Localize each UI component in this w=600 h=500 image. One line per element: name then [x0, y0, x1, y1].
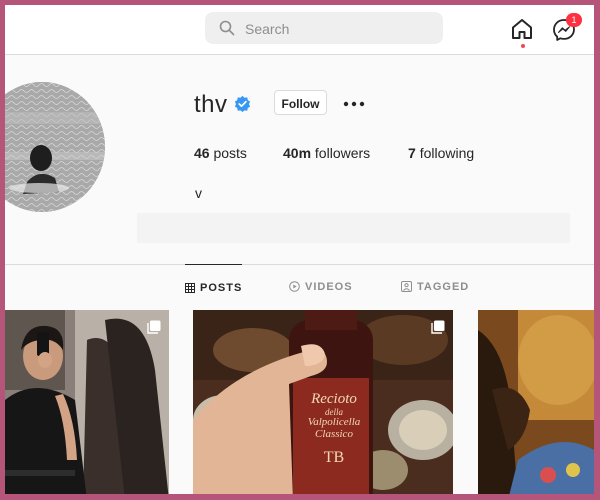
tab-posts-label: POSTS	[200, 282, 243, 294]
followers-count: 40m	[283, 145, 312, 161]
verified-badge-icon	[234, 95, 251, 112]
tab-tagged[interactable]: TAGGED	[401, 267, 469, 307]
following-label: following	[419, 145, 475, 161]
notification-badge: 1	[566, 13, 582, 27]
top-nav: 1	[5, 5, 594, 55]
multiple-photos-icon	[147, 320, 161, 334]
posts-count: 46	[194, 145, 210, 161]
tabs-divider	[5, 264, 594, 265]
follow-button[interactable]: Follow	[274, 90, 327, 115]
home-icon[interactable]	[510, 17, 534, 41]
post-image-warm	[478, 310, 594, 494]
post-thumbnail[interactable]	[5, 310, 169, 494]
wine-label-monogram: TB	[323, 449, 345, 467]
tab-videos[interactable]: VIDEOS	[289, 267, 353, 307]
followers-stat[interactable]: 40m followers	[283, 145, 370, 161]
posts-label: posts	[213, 145, 247, 161]
more-options-icon[interactable]	[343, 101, 365, 107]
posts-stat: 46 posts	[194, 145, 247, 161]
multiple-photos-icon	[431, 320, 445, 334]
post-thumbnail[interactable]	[478, 310, 594, 494]
following-count: 7	[408, 145, 416, 161]
profile-avatar[interactable]	[5, 82, 105, 212]
search-input[interactable]	[243, 12, 437, 46]
home-active-indicator	[521, 44, 525, 48]
wine-label: Recioto della Valpolicella Classico TB	[301, 391, 367, 467]
wine-label-line: Recioto	[311, 391, 357, 407]
tab-tagged-label: TAGGED	[417, 281, 470, 293]
tag-icon	[401, 281, 412, 292]
play-icon	[289, 281, 300, 292]
wine-label-line: Classico	[315, 427, 353, 440]
search-icon	[219, 20, 235, 36]
tab-posts[interactable]: POSTS	[185, 264, 243, 305]
search-box[interactable]	[205, 12, 443, 46]
post-image-selfie	[5, 310, 169, 494]
wine-label-line: Valpolicella	[307, 416, 361, 429]
following-stat[interactable]: 7 following	[408, 145, 474, 161]
tab-videos-label: VIDEOS	[305, 281, 353, 293]
app-window: 1 thv Follow 46 posts	[5, 5, 594, 494]
profile-bio: v	[195, 185, 202, 201]
story-highlights-area	[137, 213, 570, 243]
profile-username: thv	[194, 91, 228, 118]
followers-label: followers	[314, 145, 371, 161]
avatar-photo	[5, 82, 105, 212]
grid-icon	[185, 283, 195, 293]
post-thumbnail[interactable]: Recioto della Valpolicella Classico TB	[193, 310, 453, 494]
